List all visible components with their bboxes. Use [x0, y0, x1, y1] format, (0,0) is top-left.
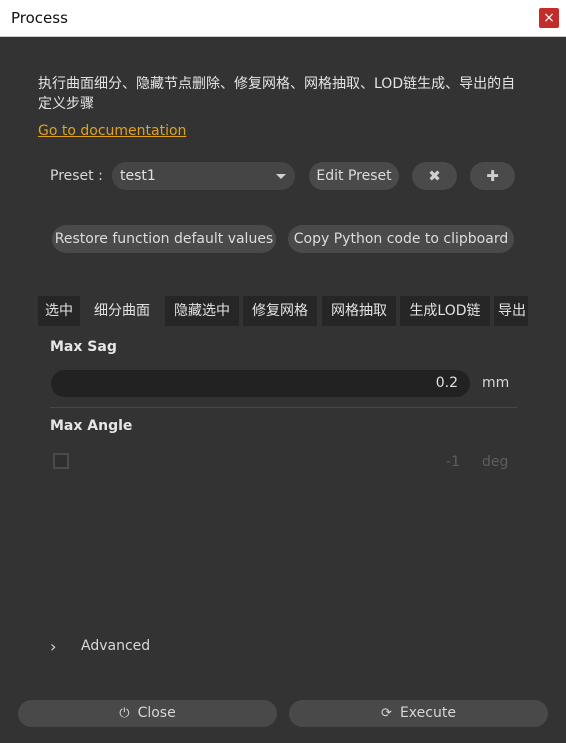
preset-dropdown[interactable]: test1 [112, 162, 295, 190]
max-sag-slider[interactable]: 0.2 [51, 370, 470, 397]
tab-repair-mesh[interactable]: 修复网格 [243, 296, 317, 326]
restore-defaults-button[interactable]: Restore function default values [52, 225, 276, 253]
execute-button[interactable]: ⟳ Execute [289, 700, 548, 727]
plus-icon: ✚ [486, 167, 499, 185]
field-divider [50, 407, 517, 408]
tab-generate-lod[interactable]: 生成LOD链 [400, 296, 490, 326]
copy-python-button[interactable]: Copy Python code to clipboard [288, 225, 514, 253]
refresh-icon: ⟳ [381, 706, 392, 721]
tab-tessellate[interactable]: 细分曲面 [82, 296, 162, 326]
tab-decimate-mesh[interactable]: 网格抽取 [322, 296, 396, 326]
add-preset-button[interactable]: ✚ [470, 162, 515, 190]
close-icon: ✖ [428, 167, 441, 185]
window-title: Process [11, 9, 68, 27]
documentation-link[interactable]: Go to documentation [38, 123, 186, 139]
max-angle-unit: deg [482, 454, 509, 470]
delete-preset-button[interactable]: ✖ [412, 162, 457, 190]
tab-export[interactable]: 导出 [494, 296, 528, 326]
max-sag-label: Max Sag [50, 339, 117, 355]
max-angle-checkbox[interactable] [53, 453, 69, 469]
chevron-down-icon [276, 174, 286, 179]
title-bar: Process × [0, 0, 566, 37]
window-close-button[interactable]: × [539, 8, 559, 28]
execute-button-label: Execute [399, 705, 456, 721]
tab-hide-selected[interactable]: 隐藏选中 [165, 296, 239, 326]
max-angle-label: Max Angle [50, 418, 133, 434]
edit-preset-button[interactable]: Edit Preset [309, 162, 399, 190]
preset-selected-value: test1 [120, 168, 156, 184]
chevron-right-icon[interactable]: › [50, 637, 56, 656]
power-icon: ⏻ [119, 706, 130, 721]
tab-select[interactable]: 选中 [38, 296, 80, 326]
max-angle-value: -1 [446, 454, 460, 470]
close-button-label: Close [137, 705, 176, 721]
process-description: 执行曲面细分、隐藏节点删除、修复网格、网格抽取、LOD链生成、导出的自定义步骤 [38, 76, 516, 112]
preset-label: Preset : [50, 168, 103, 184]
step-tabs: 选中 细分曲面 隐藏选中 修复网格 网格抽取 生成LOD链 导出 [38, 296, 528, 326]
advanced-toggle[interactable]: Advanced [81, 638, 150, 654]
close-button[interactable]: ⏻ Close [18, 700, 277, 727]
max-sag-unit: mm [482, 375, 510, 391]
